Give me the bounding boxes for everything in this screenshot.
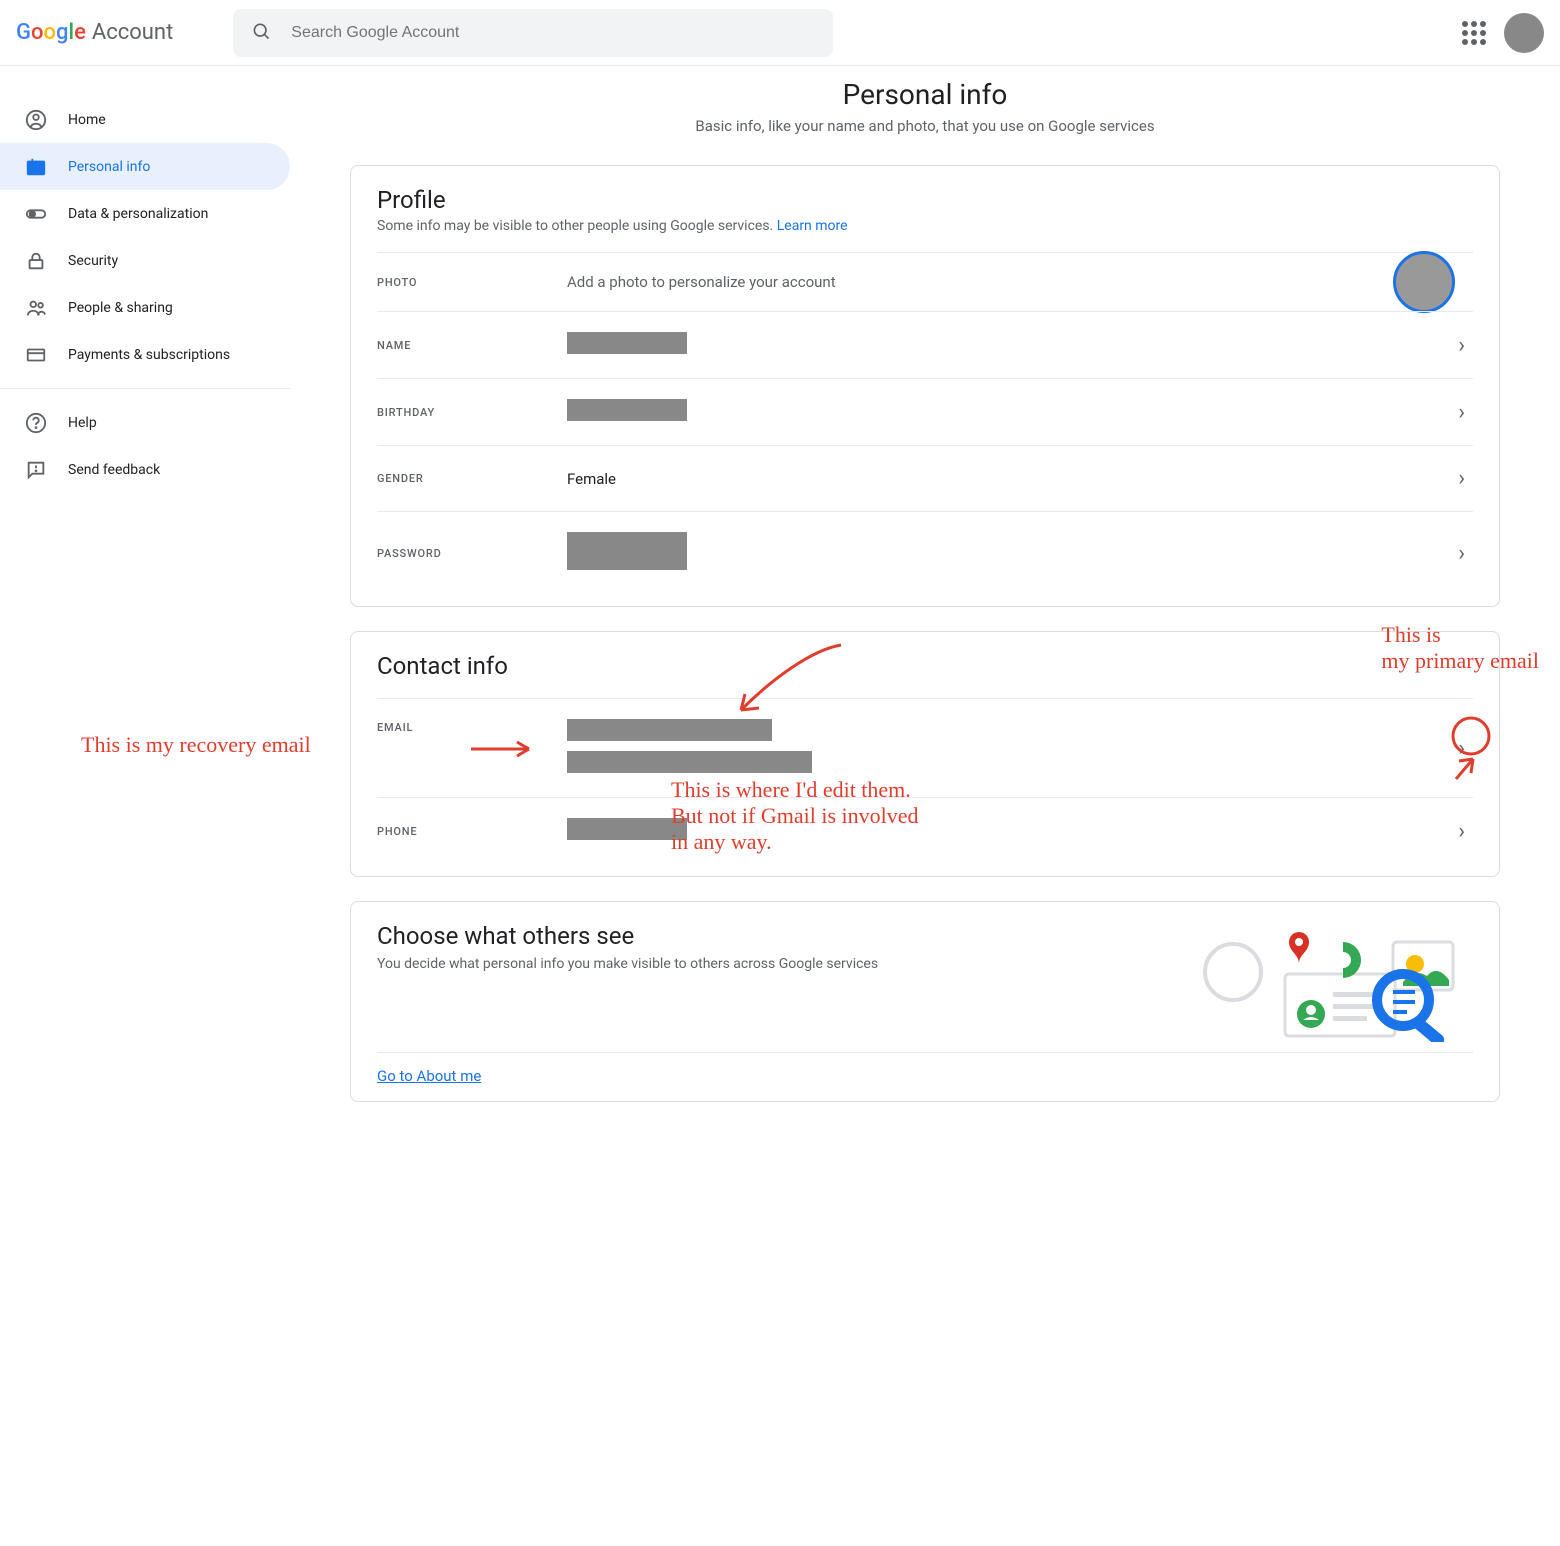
profile-card: Profile Some info may be visible to othe… bbox=[350, 165, 1500, 607]
profile-sub: Some info may be visible to other people… bbox=[377, 218, 1473, 234]
header: Google Account bbox=[0, 0, 1560, 66]
people-icon bbox=[24, 296, 48, 320]
row-phone[interactable]: PHONE › bbox=[377, 797, 1473, 864]
card-icon bbox=[24, 343, 48, 367]
feedback-icon bbox=[24, 458, 48, 482]
search-bar[interactable] bbox=[233, 9, 833, 57]
sidebar-item-people[interactable]: People & sharing bbox=[0, 284, 290, 331]
row-label: NAME bbox=[377, 339, 567, 352]
search-icon bbox=[251, 21, 271, 45]
row-birthday[interactable]: BIRTHDAY › bbox=[377, 378, 1473, 445]
sidebar-item-data[interactable]: Data & personalization bbox=[0, 190, 290, 237]
row-value-redacted bbox=[567, 532, 1450, 574]
sidebar-item-label: Personal info bbox=[68, 159, 150, 175]
row-label: BIRTHDAY bbox=[377, 406, 567, 419]
chevron-right-icon: › bbox=[1450, 541, 1473, 566]
choose-heading: Choose what others see bbox=[377, 922, 1173, 950]
sidebar-item-security[interactable]: Security bbox=[0, 237, 290, 284]
logo-block[interactable]: Google Account bbox=[16, 20, 173, 45]
goto-about-me-link[interactable]: Go to About me bbox=[377, 1052, 1473, 1089]
google-logo: Google bbox=[16, 20, 86, 45]
row-label: GENDER bbox=[377, 472, 567, 485]
sidebar-item-label: Send feedback bbox=[68, 462, 160, 478]
chevron-right-icon: › bbox=[1450, 333, 1473, 358]
page-title: Personal info bbox=[350, 78, 1500, 111]
row-value: Add a photo to personalize your account bbox=[567, 273, 1473, 291]
row-gender[interactable]: GENDER Female › bbox=[377, 445, 1473, 511]
sidebar-item-personal-info[interactable]: Personal info bbox=[0, 143, 290, 190]
sidebar-item-label: Help bbox=[68, 415, 97, 431]
choose-sub: You decide what personal info you make v… bbox=[377, 956, 1173, 972]
row-name[interactable]: NAME › bbox=[377, 311, 1473, 378]
illustration bbox=[1193, 922, 1473, 1042]
row-value-redacted bbox=[567, 818, 1450, 844]
nav-divider bbox=[0, 388, 290, 389]
row-value-emails bbox=[567, 719, 1450, 777]
sidebar: Home Personal info Data & personalizatio… bbox=[0, 66, 290, 1166]
row-photo[interactable]: PHOTO Add a photo to personalize your ac… bbox=[377, 252, 1473, 311]
chevron-right-icon: › bbox=[1450, 400, 1473, 425]
sidebar-item-label: People & sharing bbox=[68, 300, 173, 316]
row-value-redacted bbox=[567, 399, 1450, 425]
row-label: PHOTO bbox=[377, 276, 567, 289]
sidebar-item-feedback[interactable]: Send feedback bbox=[0, 446, 290, 493]
avatar[interactable] bbox=[1504, 13, 1544, 53]
profile-photo-avatar[interactable] bbox=[1393, 251, 1455, 313]
sidebar-item-label: Data & personalization bbox=[68, 206, 208, 222]
sidebar-item-help[interactable]: Help bbox=[0, 399, 290, 446]
main-content: Personal info Basic info, like your name… bbox=[290, 66, 1560, 1166]
id-card-icon bbox=[24, 155, 48, 179]
row-value-redacted bbox=[567, 332, 1450, 358]
row-label: PASSWORD bbox=[377, 547, 567, 560]
choose-card: Choose what others see You decide what p… bbox=[350, 901, 1500, 1102]
profile-heading: Profile bbox=[377, 186, 1473, 214]
contact-heading: Contact info bbox=[377, 652, 1473, 680]
help-icon bbox=[24, 411, 48, 435]
sidebar-item-label: Payments & subscriptions bbox=[68, 347, 230, 363]
sidebar-item-label: Security bbox=[68, 253, 118, 269]
row-value: Female bbox=[567, 470, 1450, 488]
contact-card: Contact info EMAIL › PHONE › This is my … bbox=[350, 631, 1500, 877]
sidebar-item-label: Home bbox=[68, 112, 106, 128]
sidebar-item-payments[interactable]: Payments & subscriptions bbox=[0, 331, 290, 378]
row-label: EMAIL bbox=[377, 719, 567, 734]
chevron-right-icon: › bbox=[1450, 819, 1473, 844]
logo-text: Account bbox=[92, 20, 173, 45]
chevron-right-icon: › bbox=[1450, 466, 1473, 491]
apps-icon[interactable] bbox=[1462, 21, 1486, 45]
lock-icon bbox=[24, 249, 48, 273]
search-input[interactable] bbox=[289, 23, 815, 43]
row-password[interactable]: PASSWORD › bbox=[377, 511, 1473, 594]
page-subtitle: Basic info, like your name and photo, th… bbox=[350, 117, 1500, 135]
toggle-icon bbox=[24, 202, 48, 226]
chevron-right-icon: › bbox=[1450, 736, 1473, 761]
person-circle-icon bbox=[24, 108, 48, 132]
sidebar-item-home[interactable]: Home bbox=[0, 96, 290, 143]
row-email[interactable]: EMAIL › bbox=[377, 698, 1473, 797]
row-label: PHONE bbox=[377, 825, 567, 838]
learn-more-link[interactable]: Learn more bbox=[777, 218, 848, 234]
